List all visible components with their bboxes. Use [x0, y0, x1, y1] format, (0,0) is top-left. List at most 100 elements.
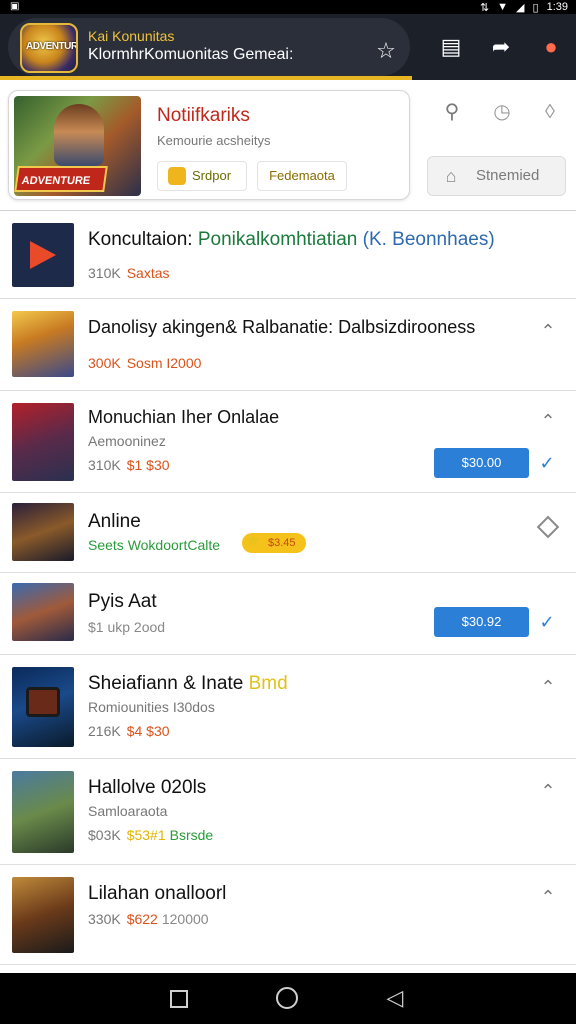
tag-icon[interactable]: ◊	[536, 98, 564, 126]
meta-count: 310K	[88, 457, 121, 473]
meta-price: Saxtas	[126, 265, 170, 281]
back-button[interactable]: ◁	[384, 987, 406, 1009]
list-item-subtitle: Samloaraota	[88, 803, 168, 819]
list-thumbnail	[12, 877, 74, 953]
side-action-label: Stnemied	[476, 167, 540, 184]
list-item-meta: 300K Sosm I2000	[88, 355, 201, 371]
star-icon[interactable]: ☆	[373, 38, 399, 64]
app-logo-text: ADVENTURE	[26, 41, 78, 52]
title-highlight: Ponikalkomhtiatian	[197, 229, 358, 250]
list-item[interactable]: Sheiafiann & Inate Bmd Romiounities I30d…	[0, 655, 576, 759]
list-thumbnail	[12, 223, 74, 287]
list-item-partial[interactable]	[0, 965, 576, 973]
meta-count: 216K	[88, 723, 121, 739]
signal-icon: ◢	[516, 1, 525, 14]
buy-button[interactable]: $30.00	[434, 448, 529, 478]
app-header-pill[interactable]: ADVENTURE Kai Konunitas KlormhrKomuonita…	[8, 18, 410, 76]
meta-price: Sosm I2000	[126, 355, 202, 371]
list-thumbnail	[12, 667, 74, 747]
star-icon: ★	[244, 530, 262, 552]
status-time: 1:39	[546, 1, 568, 13]
list-thumbnail	[12, 403, 74, 481]
featured-title: Notiifkariks	[157, 105, 250, 126]
list-item[interactable]: Danolisy akingen& Ralbanatie: Dalbsizdir…	[0, 299, 576, 391]
meta-extra: 120000	[161, 911, 209, 927]
list-item-title: Hallolve 020ls	[88, 777, 207, 798]
side-action-button[interactable]: ⌂ Stnemied	[427, 156, 566, 196]
home-icon: ⌂	[445, 166, 457, 186]
list-item-title: Sheiafiann & Inate Bmd	[88, 673, 288, 695]
list-item-title: Monuchian Iher Onlalae	[88, 407, 280, 427]
list-item-subtitle: Aemooninez	[88, 433, 166, 449]
data-icon: ⇅	[479, 1, 490, 14]
app-bar: ADVENTURE Kai Konunitas KlormhrKomuonita…	[0, 14, 576, 80]
list-item[interactable]: Anline Seets WokdoortCalte ★ $3.45	[0, 493, 576, 573]
recent-apps-button[interactable]	[170, 990, 188, 1008]
meta-count: 300K	[88, 355, 121, 371]
chat-icon	[168, 167, 186, 185]
meta-price: $53#1	[126, 827, 166, 843]
title-note: (K. Beonnhaes)	[357, 229, 495, 250]
app-logo: ADVENTURE	[20, 23, 78, 73]
screenshot-icon: ▣	[10, 1, 20, 12]
search-icon[interactable]: ⚲	[438, 98, 466, 126]
app-title-secondary: KlormhrKomuonitas Gemeai:	[88, 46, 294, 63]
home-button[interactable]	[276, 987, 298, 1009]
featured-thumb-banner: ADVENTURE	[14, 166, 108, 192]
meta-extra: Bsrsde	[169, 827, 214, 843]
notification-icon[interactable]: ●	[538, 34, 564, 60]
featured-feedback-button[interactable]: Fedemaota	[257, 161, 347, 191]
meta-price: $1 $30	[126, 457, 170, 473]
list-item[interactable]: Pyis Aat $1 ukp 2ood $30.92 ✓	[0, 573, 576, 655]
list-item-meta: 310K $1 $30	[88, 457, 170, 473]
title-highlight: Bmd	[248, 673, 288, 694]
app-bar-accent-line	[0, 76, 412, 80]
meta-count: 330K	[88, 911, 121, 927]
chevron-up-icon[interactable]: ⌃	[538, 677, 558, 697]
content-list[interactable]: Koncultaion: Ponikalkomhtiatian (K. Beon…	[0, 210, 576, 973]
meta-price: $4 $30	[126, 723, 170, 739]
list-item-title: Pyis Aat	[88, 591, 157, 612]
list-thumbnail	[12, 583, 74, 641]
share-icon[interactable]: ➦	[488, 34, 514, 60]
status-bar: ▣ ⇅ ▼ ◢ ▯ 1:39	[0, 0, 576, 14]
featured-support-button[interactable]: Srdpor	[157, 161, 247, 191]
title-text: Sheiafiann & Inate	[88, 673, 249, 694]
list-item[interactable]: Koncultaion: Ponikalkomhtiatian (K. Beon…	[0, 211, 576, 299]
list-item-title: Lilahan onalloorl	[88, 883, 227, 904]
meta-price: $622	[126, 911, 158, 927]
list-item-meta: 216K $4 $30	[88, 723, 170, 739]
featured-thumbnail: ADVENTURE	[14, 96, 141, 196]
meta-count: $03K	[88, 827, 121, 843]
status-icons: ⇅ ▼ ◢ ▯ 1:39	[480, 0, 568, 14]
app-title-primary: Kai Konunitas	[88, 28, 175, 44]
list-item-subtitle: Romiounities I30dos	[88, 699, 215, 715]
buy-button[interactable]: $30.92	[434, 607, 529, 637]
document-icon[interactable]: ▤	[438, 34, 464, 60]
chevron-up-icon[interactable]: ⌃	[538, 887, 558, 907]
wifi-icon: ▼	[497, 1, 509, 13]
list-item-title: Koncultaion: Ponikalkomhtiatian (K. Beon…	[88, 229, 495, 251]
chevron-up-icon[interactable]: ⌃	[538, 411, 558, 431]
diamond-icon[interactable]	[536, 515, 560, 539]
list-item-meta: 310K Saxtas	[88, 265, 170, 281]
list-item[interactable]: Lilahan onalloorl 330K $622 120000 ⌃	[0, 865, 576, 965]
featured-subtitle: Kemourie acsheitys	[157, 133, 271, 148]
tv-icon	[26, 687, 60, 717]
list-item[interactable]: Monuchian Iher Onlalae Aemooninez 310K $1…	[0, 391, 576, 493]
check-icon[interactable]: ✓	[536, 452, 558, 474]
arrow-icon	[30, 241, 56, 269]
list-item-title: Danolisy akingen& Ralbanatie: Dalbsizdir…	[88, 317, 476, 337]
list-thumbnail	[12, 503, 74, 561]
clock-icon[interactable]: ◷	[488, 98, 516, 126]
list-item-meta: $1 ukp 2ood	[88, 619, 166, 635]
featured-card[interactable]: ADVENTURE Notiifkariks Kemourie acsheity…	[8, 90, 410, 200]
list-thumbnail	[12, 771, 74, 853]
list-item-meta: 330K $622 120000	[88, 911, 209, 927]
list-item-meta: $03K $53#1 Bsrsde	[88, 827, 213, 843]
check-icon[interactable]: ✓	[536, 611, 558, 633]
chevron-up-icon[interactable]: ⌃	[538, 781, 558, 801]
chevron-up-icon[interactable]: ⌃	[538, 321, 558, 341]
list-item[interactable]: Hallolve 020ls Samloaraota $03K $53#1 Bsrs…	[0, 759, 576, 865]
list-item-title: Anline	[88, 511, 141, 532]
